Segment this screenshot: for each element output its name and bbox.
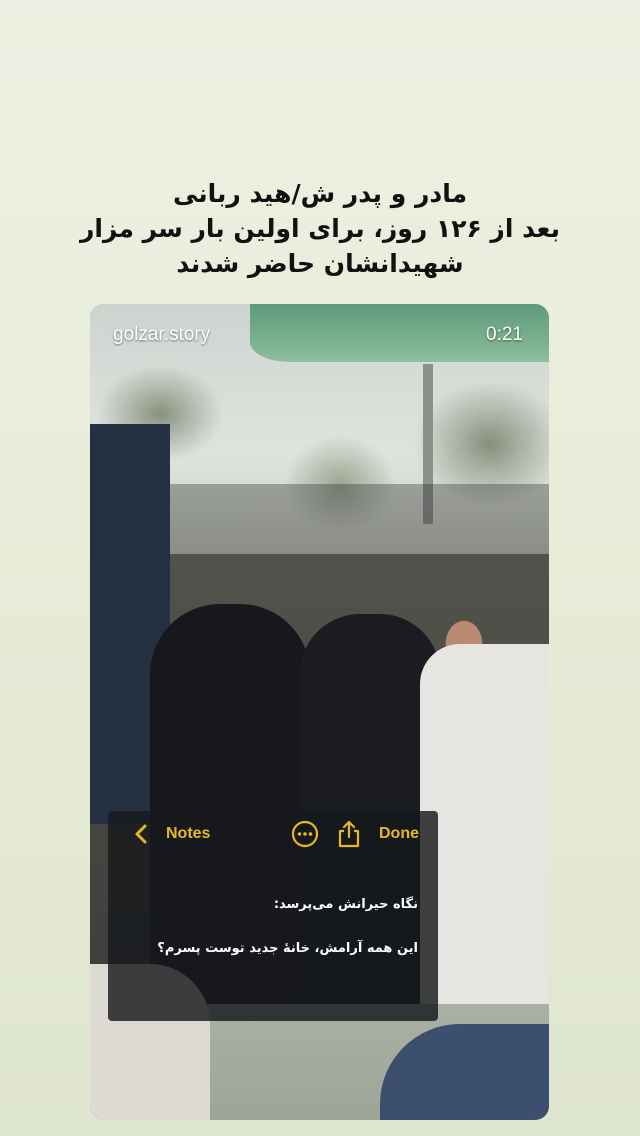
notes-overlay: Notes Done نگاه حیرانش می‌پرسد: این همه <box>108 811 438 1021</box>
more-circle-icon[interactable] <box>291 820 319 848</box>
share-icon[interactable] <box>337 819 361 849</box>
headline-line-2: بعد از ۱۲۶ روز، برای اولین بار سر مزار <box>79 214 561 243</box>
chevron-left-icon[interactable] <box>134 823 148 845</box>
notes-toolbar: Notes Done <box>108 811 438 857</box>
notes-back-button[interactable]: Notes <box>166 825 210 843</box>
note-text-line-2: این همه آرامش، خانهٔ جدید توست پسرم؟ <box>157 941 418 956</box>
story-headline: مادر و پدر ش/هید ربانی بعد از ۱۲۶ روز، ب… <box>40 176 600 281</box>
channel-watermark: golzar.story <box>113 324 211 345</box>
note-text-line-1: نگاه حیرانش می‌پرسد: <box>273 897 418 912</box>
video-card[interactable]: golzar.story 0:21 Notes Done نگاه حیرانش… <box>90 304 549 1120</box>
video-duration: 0:21 <box>486 324 523 345</box>
headline-line-3: شهیدانشان حاضر شدند <box>176 249 464 278</box>
done-button[interactable]: Done <box>379 825 419 843</box>
headline-line-1: مادر و پدر ش/هید ربانی <box>172 179 468 208</box>
